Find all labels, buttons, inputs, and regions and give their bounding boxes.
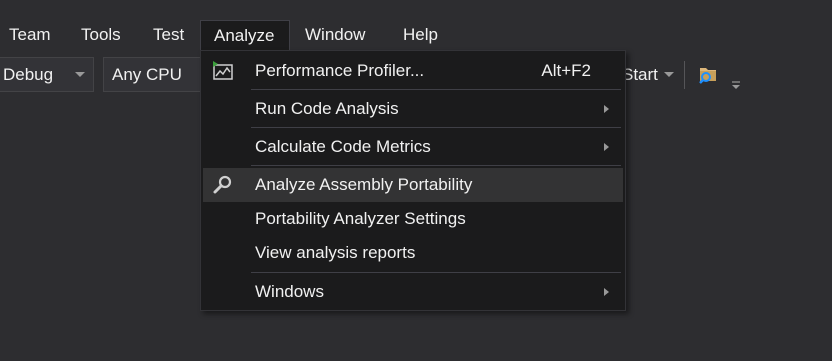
submenu-arrow-icon	[604, 288, 609, 296]
magnifier-icon	[213, 175, 232, 194]
menu-separator	[251, 165, 621, 166]
solution-configuration-dropdown[interactable]: Debug	[0, 57, 94, 92]
chevron-down-icon	[75, 72, 85, 77]
find-in-files-icon[interactable]	[696, 62, 720, 86]
menu-analyze[interactable]: Analyze	[200, 20, 290, 50]
submenu-arrow-icon	[604, 105, 609, 113]
menu-item-analyze-assembly-portability[interactable]: Analyze Assembly Portability	[203, 168, 623, 202]
solution-platform-dropdown[interactable]: Any CPU	[103, 57, 213, 92]
solution-configuration-value: Debug	[3, 65, 54, 84]
menu-team[interactable]: Team	[0, 20, 64, 50]
menu-item-label: Performance Profiler...	[255, 61, 425, 80]
menu-item-label: Run Code Analysis	[255, 99, 399, 118]
menu-item-label: Analyze Assembly Portability	[255, 175, 473, 194]
menu-item-shortcut: Alt+F2	[541, 61, 591, 80]
menu-separator	[251, 272, 621, 273]
performance-profiler-icon	[213, 61, 233, 80]
menu-test[interactable]: Test	[140, 20, 197, 50]
toolbar-separator	[684, 61, 685, 89]
menu-item-view-analysis-reports[interactable]: View analysis reports	[203, 236, 623, 270]
start-button[interactable]: Start	[622, 57, 658, 92]
menu-item-performance-profiler[interactable]: Performance Profiler... Alt+F2	[203, 54, 623, 88]
solution-platform-value: Any CPU	[112, 65, 182, 84]
menu-help[interactable]: Help	[390, 20, 451, 50]
toolbar-overflow-icon[interactable]	[730, 79, 742, 91]
menu-item-calculate-code-metrics[interactable]: Calculate Code Metrics	[203, 130, 623, 164]
menu-bar: Team Tools Test Analyze Window Help	[0, 20, 832, 50]
ide-window: Team Tools Test Analyze Window Help Debu…	[0, 0, 832, 361]
menu-item-portability-analyzer-settings[interactable]: Portability Analyzer Settings	[203, 202, 623, 236]
submenu-arrow-icon	[604, 143, 609, 151]
menu-item-windows[interactable]: Windows	[203, 275, 623, 309]
analyze-menu-dropdown: Performance Profiler... Alt+F2 Run Code …	[200, 50, 626, 311]
menu-item-label: Calculate Code Metrics	[255, 137, 431, 156]
menu-item-run-code-analysis[interactable]: Run Code Analysis	[203, 92, 623, 126]
menu-tools[interactable]: Tools	[68, 20, 134, 50]
menu-item-label: Portability Analyzer Settings	[255, 209, 466, 228]
menu-item-label: Windows	[255, 282, 324, 301]
menu-window[interactable]: Window	[292, 20, 378, 50]
menu-separator	[251, 127, 621, 128]
menu-item-label: View analysis reports	[255, 243, 416, 262]
start-dropdown-chevron-icon[interactable]	[664, 72, 674, 77]
menu-separator	[251, 89, 621, 90]
